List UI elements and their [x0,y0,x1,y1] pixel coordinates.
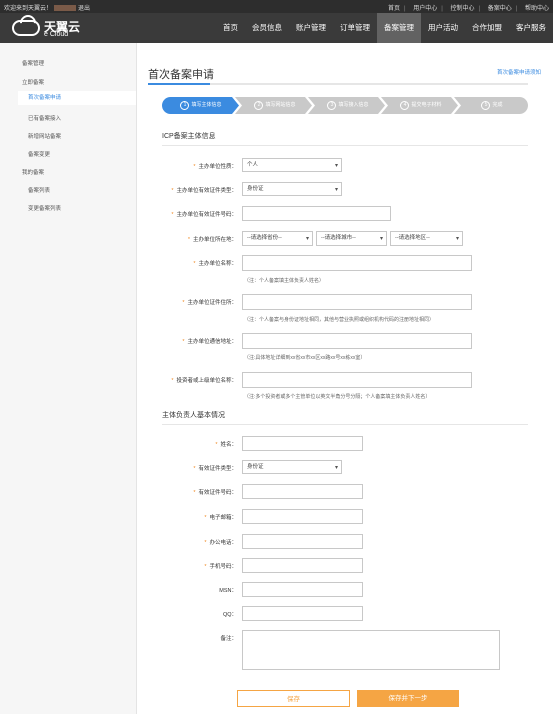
cert-address-label: * 主办单位证件住所： [182,300,237,306]
step-5: 5 完成 [459,97,525,114]
cert-address-input[interactable] [242,294,472,310]
mail-address-hint: （注:具体地址详细到xx省xx市xx区xx路xx号xx栋xx室） [244,355,366,361]
step-1: 1 填写主体信息 [166,97,236,114]
mobile-label: * 手机号码： [204,564,237,570]
cloud-logo-icon [12,20,40,36]
sidebar-group-record-management: 备案管理 [22,61,45,67]
nav-member-info[interactable]: 会员信息 [245,13,289,43]
cert-type-label: * 有效证件类型： [193,466,237,472]
top-bar: 欢迎来到天翼云！ 退出 首页 | 用户中心 | 控制中心 | 备案中心 | 帮助中心 [0,0,553,13]
unit-nature-select[interactable]: 个人 [242,158,342,172]
cert-type-select[interactable]: 身份证 [242,460,342,474]
nav-orders[interactable]: 订单管理 [333,13,377,43]
unit-cert-type-label: * 主办单位有效证件类型： [171,188,237,194]
msn-label: MSN： [219,588,237,594]
title-divider [148,83,528,85]
remark-label: 备注： [220,636,237,642]
top-link-control-center[interactable]: 控制中心 [450,6,474,12]
cert-no-input[interactable] [242,484,363,499]
cert-address-hint: （注：个人备案与身份证地址相同，其他与营业执照或组织机构代码的注册地址相同） [244,317,435,323]
msn-input[interactable] [242,582,363,597]
mail-address-input[interactable] [242,333,472,349]
save-next-button[interactable]: 保存并下一步 [357,690,459,707]
section-principal: 主体负责人基本情况 [162,412,225,419]
sidebar-group-immediate[interactable]: 立即备案 [22,78,44,86]
unit-name-input[interactable] [242,255,472,271]
unit-location-label: * 主办单位所在地： [187,237,237,243]
main-nav: 首页 会员信息 账户管理 订单管理 备案管理 用户活动 合作加盟 客户服务 [216,13,553,43]
mobile-input[interactable] [242,558,363,573]
step-3: 3 填写接入信息 [313,97,383,114]
unit-nature-label: * 主办单位性质： [193,164,237,170]
step-4: 4 提交电子材料 [386,97,456,114]
unit-name-label: * 主办单位名称： [193,261,237,267]
remark-textarea[interactable] [242,630,500,670]
unit-cert-no-input[interactable] [242,206,391,221]
sidebar-item-first-record[interactable]: 首次备案申请 [18,91,136,105]
top-link-user-center[interactable]: 用户中心 [413,6,437,12]
nav-customer-service[interactable]: 客户服务 [509,13,553,43]
nav-account[interactable]: 账户管理 [289,13,333,43]
investor-label: * 投资者或上级单位名称： [171,378,237,384]
nav-user-activity[interactable]: 用户活动 [421,13,465,43]
cert-no-label: * 有效证件号码： [193,490,237,496]
district-select[interactable]: --请选择地区-- [390,231,463,246]
email-label: * 电子邮箱： [204,515,237,521]
qq-input[interactable] [242,606,363,621]
investor-input[interactable] [242,372,472,388]
unit-cert-no-label: * 主办单位有效证件号码： [171,212,237,218]
sidebar: 备案管理 立即备案 首次备案申请 已有备案接入 新增网站备案 备案变更 我的备案… [0,43,137,714]
page-title: 首次备案申请 [148,69,214,81]
sidebar-group-my-records[interactable]: 我的备案 [22,168,44,176]
progress-steps: 1 填写主体信息 2 填写网站信息 3 填写接入信息 4 提交电子材料 5 完成 [162,97,528,114]
notice-link[interactable]: 首次备案申请须知 [497,68,541,76]
section-divider [162,145,528,146]
investor-hint: （注:多个投资者或多个主管单位以英文半角分号分隔；个人备案填主体负责人姓名） [244,394,431,400]
sidebar-item-record-list[interactable]: 备案列表 [28,186,50,194]
main-header: 天翼云 e Cloud 首页 会员信息 账户管理 订单管理 备案管理 用户活动 … [0,13,553,43]
sidebar-item-new-site[interactable]: 新增网站备案 [28,132,61,140]
section-divider-2 [162,424,528,425]
welcome-text: 欢迎来到天翼云！ 退出 [4,3,90,12]
qq-label: QQ： [222,612,237,618]
sidebar-item-record-change[interactable]: 备案变更 [28,150,50,158]
top-links: 首页 | 用户中心 | 控制中心 | 备案中心 | 帮助中心 [387,6,549,12]
top-link-record-center[interactable]: 备案中心 [488,6,512,12]
top-link-home[interactable]: 首页 [388,6,400,12]
username-redacted [54,5,77,12]
nav-home[interactable]: 首页 [216,13,245,43]
mail-address-label: * 主办单位通信地址： [182,339,237,345]
step-2: 2 填写网站信息 [240,97,310,114]
welcome-prefix: 欢迎来到天翼云！ [4,6,53,12]
save-button[interactable]: 保存 [237,690,350,707]
nav-partnership[interactable]: 合作加盟 [465,13,509,43]
email-input[interactable] [242,509,363,524]
office-phone-label: * 办公电话： [204,540,237,546]
unit-name-hint: （注：个人备案填主体负责人姓名） [244,278,325,284]
name-input[interactable] [242,436,363,451]
section-icp-subject: ICP备案主体信息 [162,133,216,140]
office-phone-input[interactable] [242,534,363,549]
brand-sub: e Cloud [44,31,69,38]
city-select[interactable]: --请选择城市-- [316,231,387,246]
top-link-help-center[interactable]: 帮助中心 [525,6,549,12]
unit-cert-type-select[interactable]: 身份证 [242,182,342,196]
nav-record-management[interactable]: 备案管理 [377,13,421,43]
logout-link[interactable]: 退出 [78,6,90,12]
sidebar-item-change-list[interactable]: 变更备案列表 [28,204,61,212]
province-select[interactable]: --请选择省份-- [242,231,313,246]
sidebar-item-existing-access[interactable]: 已有备案接入 [28,114,61,122]
logo[interactable]: 天翼云 e Cloud [12,18,92,40]
name-label: * 姓名： [215,442,237,448]
